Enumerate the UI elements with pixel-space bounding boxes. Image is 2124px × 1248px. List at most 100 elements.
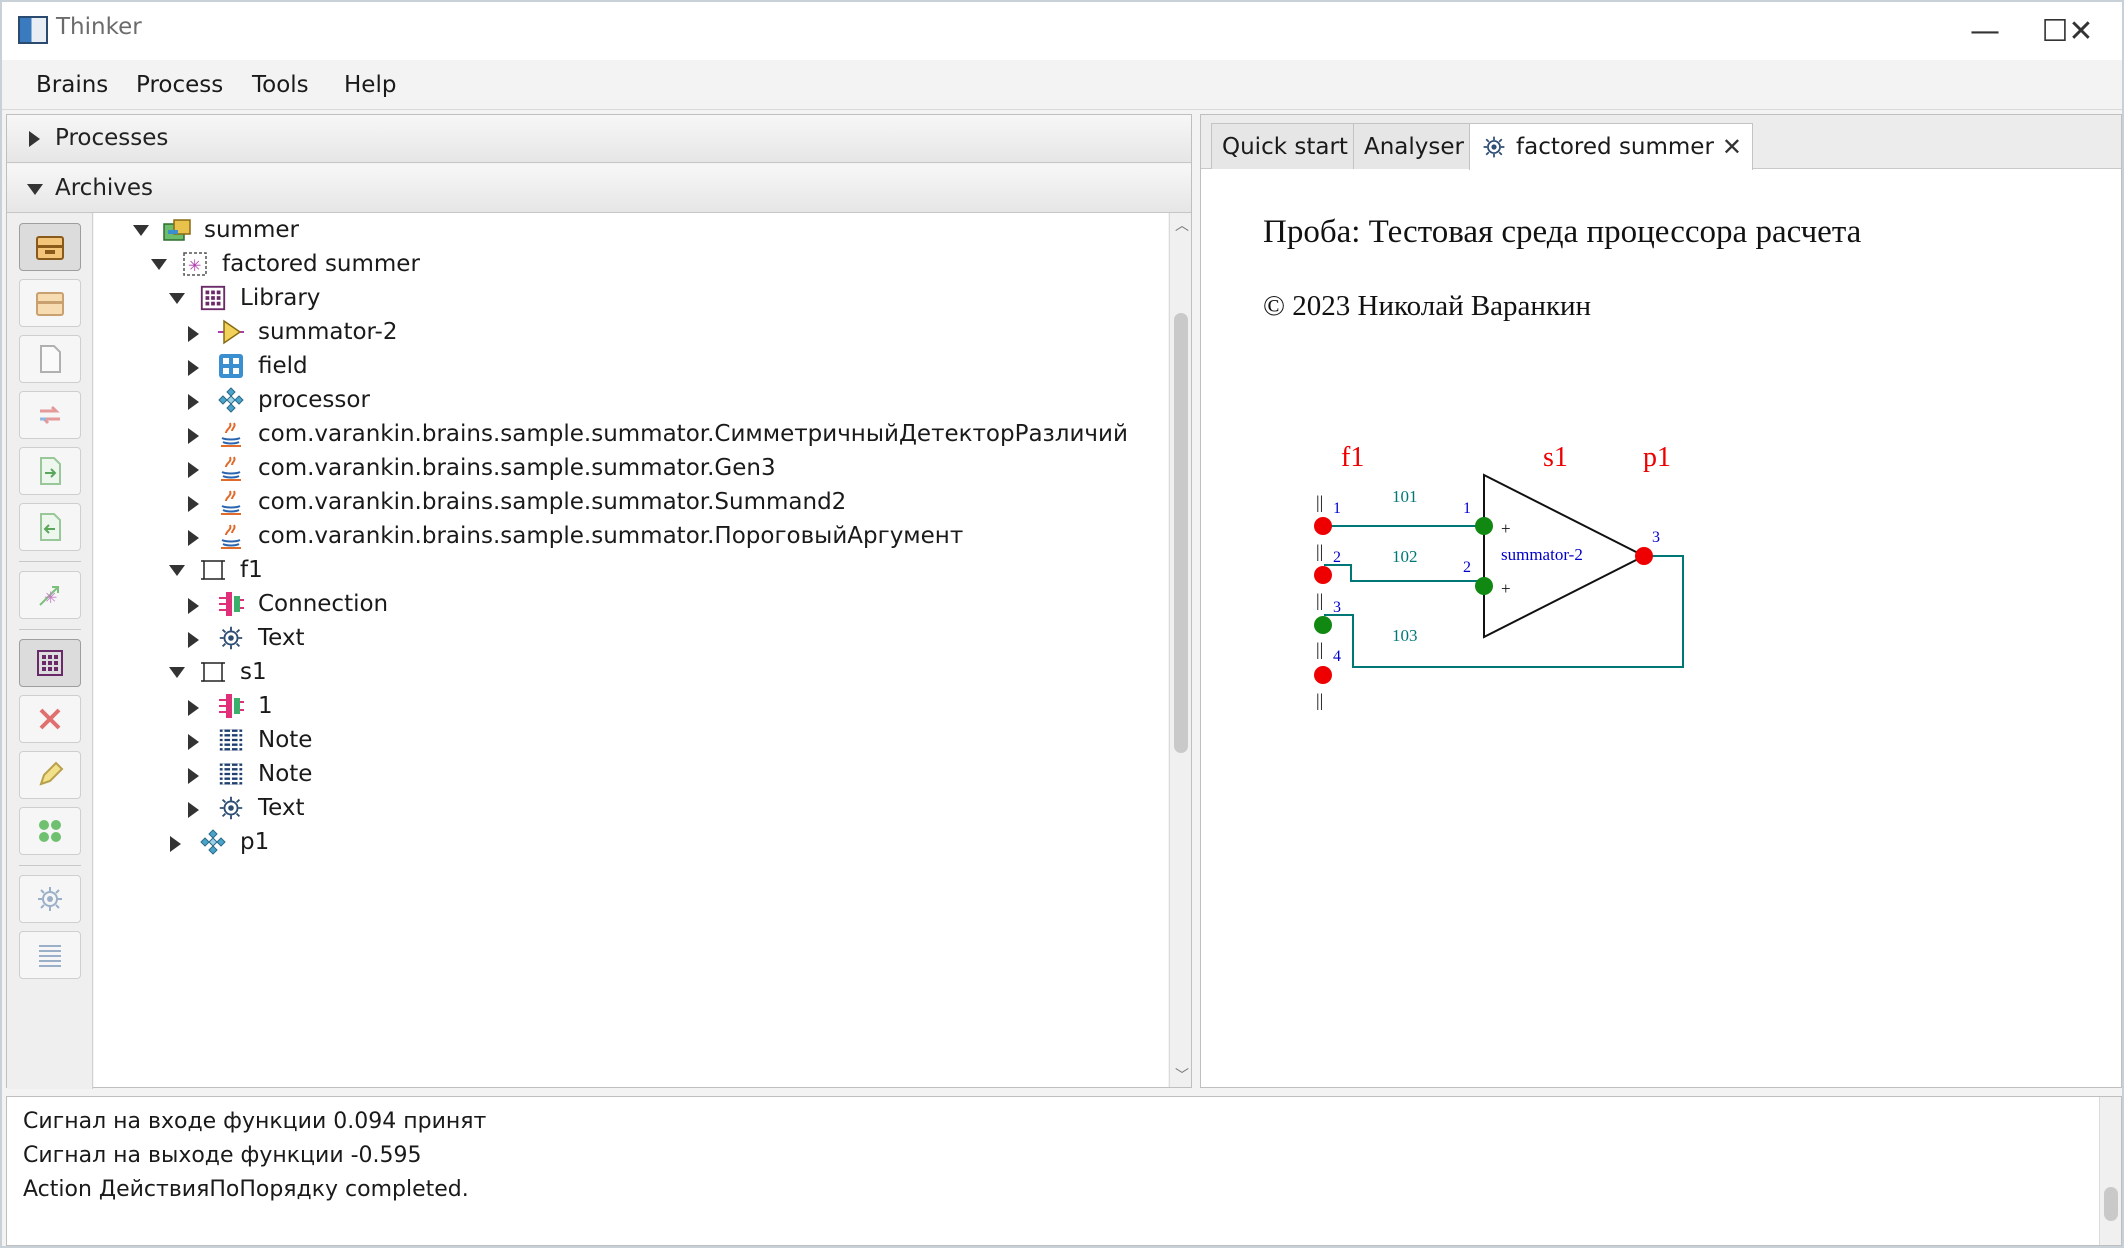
label-p1: p1: [1643, 442, 1671, 473]
summator-input-pin[interactable]: [1475, 517, 1493, 535]
tree-item-label: Library: [240, 285, 321, 311]
collapse-right-icon[interactable]: [166, 831, 188, 853]
window-title: Thinker: [56, 14, 142, 40]
field-pin-red[interactable]: [1314, 517, 1332, 535]
import-icon[interactable]: [19, 447, 81, 495]
collapse-right-icon[interactable]: [184, 389, 206, 411]
tree-item-label: processor: [258, 387, 370, 413]
tab-analyser[interactable]: Analyser: [1353, 123, 1475, 169]
pin-marker: ||: [1316, 690, 1323, 710]
log-panel: Сигнал на входе функции 0.094 принят Сиг…: [6, 1096, 2122, 1246]
summator-input-pin[interactable]: [1475, 577, 1493, 595]
title-bar[interactable]: Thinker — ☐ ✕: [2, 2, 2122, 60]
tab-analyser-label: Analyser: [1364, 133, 1464, 160]
collapse-right-icon[interactable]: [184, 491, 206, 513]
expand-down-icon[interactable]: [148, 253, 170, 275]
expand-down-icon[interactable]: [166, 661, 188, 683]
field-pin-red[interactable]: [1314, 566, 1332, 584]
collapse-right-icon[interactable]: [184, 457, 206, 479]
text-icon[interactable]: [19, 875, 81, 923]
field-pin-red[interactable]: [1314, 666, 1332, 684]
log-scrollbar[interactable]: [2099, 1097, 2121, 1245]
plus-sign: +: [1501, 579, 1511, 598]
field-pin-green[interactable]: [1314, 616, 1332, 634]
text-icon: [1480, 133, 1508, 161]
document-icon[interactable]: [19, 335, 81, 383]
library-icon[interactable]: [19, 639, 81, 687]
tree-item-label: Note: [258, 727, 313, 753]
tree-item-label: Text: [258, 795, 305, 821]
collapse-right-icon[interactable]: [184, 525, 206, 547]
schematic-diagram: f1 s1 p1 summator-2 + + 101 102 103 || |…: [1314, 442, 1684, 710]
label-f1: f1: [1341, 442, 1364, 473]
tree-item[interactable]: com.varankin.brains.sample.summator.Поро…: [184, 513, 963, 559]
minimize-button[interactable]: —: [1962, 12, 2008, 50]
summator-output-pin[interactable]: [1635, 547, 1653, 565]
archive-tree: summer ✳ factored summer Library summator-2 f…: [94, 213, 1168, 1087]
expand-down-icon[interactable]: [166, 559, 188, 581]
scroll-up-icon[interactable]: ︿: [1175, 215, 1189, 235]
svg-text:✳: ✳: [188, 256, 201, 275]
scroll-down-icon[interactable]: ﹀: [1175, 1065, 1189, 1085]
tree-item-label: field: [258, 353, 308, 379]
tab-factored-summer-label: factored summer: [1516, 134, 1714, 160]
log-line: Сигнал на входе функции 0.094 принят: [23, 1109, 487, 1134]
edit-icon[interactable]: [19, 751, 81, 799]
processes-header[interactable]: Processes: [7, 115, 1191, 163]
log-scroll-thumb[interactable]: [2104, 1187, 2118, 1221]
collapse-right-icon[interactable]: [184, 423, 206, 445]
expand-down-icon: [27, 184, 43, 195]
archive-closed-icon[interactable]: [19, 279, 81, 327]
pin-marker: ||: [1316, 541, 1323, 561]
collapse-right-icon[interactable]: [184, 593, 206, 615]
factor-icon[interactable]: ✳: [19, 571, 81, 619]
close-window-button[interactable]: ✕: [2056, 12, 2106, 50]
note-icon[interactable]: [19, 931, 81, 979]
collapse-right-icon[interactable]: [184, 763, 206, 785]
menu-process[interactable]: Process: [136, 72, 223, 98]
pin-marker: ||: [1316, 492, 1323, 512]
tree-scrollbar[interactable]: ︿ ﹀: [1169, 213, 1191, 1087]
archive-open-icon[interactable]: [19, 223, 81, 271]
archives-label: Archives: [55, 175, 154, 201]
tab-quick-start[interactable]: Quick start: [1211, 123, 1359, 169]
pin-number: 3: [1652, 529, 1660, 546]
tree-scroll-thumb[interactable]: [1174, 313, 1188, 753]
tree-item-label: p1: [240, 829, 270, 855]
transfer-icon[interactable]: [19, 391, 81, 439]
export-icon[interactable]: [19, 503, 81, 551]
right-pane: Quick start Analyser factored summer ✕ П…: [1200, 114, 2122, 1088]
group-icon[interactable]: [19, 807, 81, 855]
collapse-right-icon[interactable]: [184, 321, 206, 343]
collapse-right-icon[interactable]: [184, 797, 206, 819]
archives-header[interactable]: Archives: [7, 165, 1191, 213]
tree-item-label: summer: [204, 217, 299, 243]
close-tab-icon[interactable]: ✕: [1722, 133, 1742, 161]
delete-icon[interactable]: [19, 695, 81, 743]
expand-down-icon[interactable]: [166, 287, 188, 309]
menu-brains[interactable]: Brains: [36, 72, 108, 98]
tree-item-label: com.varankin.brains.sample.summator.Gen3: [258, 455, 776, 481]
link-label: 102: [1392, 547, 1418, 566]
tab-factored-summer[interactable]: factored summer ✕: [1469, 123, 1754, 170]
collapse-right-icon[interactable]: [184, 695, 206, 717]
menu-help[interactable]: Help: [344, 72, 396, 98]
toolbar-separator: [19, 865, 81, 866]
log-line: Сигнал на выходе функции -0.595: [23, 1143, 422, 1168]
processor-icon: [198, 827, 228, 857]
left-pane: Processes Archives ✳ summer ✳ factored s…: [6, 114, 1192, 1089]
pin-number: 2: [1333, 549, 1341, 566]
document-view: Проба: Тестовая среда процессора расчета…: [1201, 170, 2121, 1087]
pin-marker: ||: [1316, 639, 1323, 659]
menu-bar: Brains Process Tools Help: [2, 60, 2122, 110]
menu-tools[interactable]: Tools: [252, 72, 309, 98]
plus-sign: +: [1501, 519, 1511, 538]
collapse-right-icon[interactable]: [184, 729, 206, 751]
collapse-right-icon: [29, 131, 40, 147]
collapse-right-icon[interactable]: [184, 627, 206, 649]
tree-item[interactable]: p1: [166, 819, 269, 865]
expand-down-icon[interactable]: [130, 219, 152, 241]
tree-item-label: com.varankin.brains.sample.summator.Summ…: [258, 489, 847, 515]
collapse-right-icon[interactable]: [184, 355, 206, 377]
tree-item-label: com.varankin.brains.sample.summator.Поро…: [258, 523, 964, 549]
